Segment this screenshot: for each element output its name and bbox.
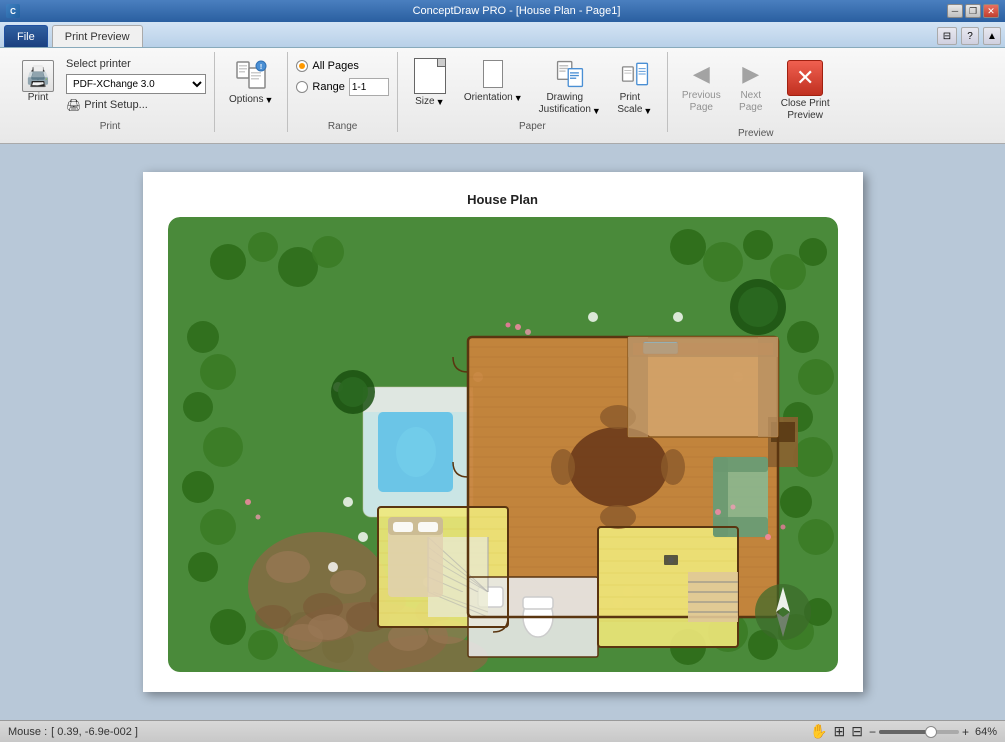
scale-dropdown-arrow: ▼ <box>643 106 652 116</box>
up-btn[interactable]: ▲ <box>983 27 1001 45</box>
status-bar: Mouse : [ 0.39, -6.9e-002 ] ✋ ⊞ ⊟ − + 64… <box>0 720 1005 742</box>
printer-select-group: Select printer PDF-XChange 3.0 🖨 Print S… <box>66 56 206 112</box>
hand-tool-icon[interactable]: ✋ <box>810 723 827 740</box>
restore-button[interactable]: ❐ <box>965 4 981 18</box>
justification-dropdown-arrow: ▼ <box>592 106 601 116</box>
scale-icon <box>619 58 651 90</box>
options-button[interactable]: ! Options ▼ <box>223 56 279 109</box>
svg-text:!: ! <box>260 64 262 71</box>
zoom-actual-icon[interactable]: ⊟ <box>851 723 863 740</box>
preview-group-content: ◀ PreviousPage ▶ NextPage ✕ Close PrintP… <box>676 52 836 126</box>
range-controls: All Pages Range <box>296 56 388 96</box>
ribbon-container: File Print Preview ⊟ ? ▲ 🖨️ Print <box>0 22 1005 144</box>
orientation-button-label: Orientation <box>464 92 513 103</box>
justification-icon <box>554 58 586 90</box>
print-group-label: Print <box>14 119 206 132</box>
zoom-slider-thumb <box>925 726 937 738</box>
paper-group-label: Paper <box>406 119 659 132</box>
close-print-preview-label: Close PrintPreview <box>781 98 830 122</box>
minimize-button[interactable]: ─ <box>947 4 963 18</box>
preview-group-label: Preview <box>676 126 836 139</box>
scale-button-label: PrintScale <box>617 92 642 116</box>
help-btn[interactable]: ? <box>961 27 979 45</box>
printer-select[interactable]: PDF-XChange 3.0 <box>66 74 206 94</box>
options-dropdown-arrow: ▼ <box>264 95 273 105</box>
tab-file[interactable]: File <box>4 25 48 47</box>
size-dropdown-arrow: ▼ <box>436 97 445 107</box>
tab-print-preview[interactable]: Print Preview <box>52 25 143 47</box>
status-left: Mouse : [ 0.39, -6.9e-002 ] <box>8 726 138 738</box>
ribbon-group-paper: Size ▼ Orientation ▼ <box>398 52 668 132</box>
all-pages-radio[interactable] <box>296 60 308 72</box>
print-setup-label: Print Setup... <box>84 99 148 111</box>
status-right: ✋ ⊞ ⊟ − + 64% <box>810 723 997 740</box>
range-radio[interactable] <box>296 81 308 93</box>
printer-dropdown: PDF-XChange 3.0 <box>66 74 206 94</box>
options-icon: ! <box>235 60 267 92</box>
next-page-button[interactable]: ▶ NextPage <box>731 56 771 118</box>
all-pages-label: All Pages <box>312 60 358 72</box>
ribbon-tabs: File Print Preview ⊟ ? ▲ <box>0 22 1005 48</box>
page-preview-wrapper: House Plan <box>0 144 1005 720</box>
title-bar: C ConceptDraw PRO - [House Plan - Page1]… <box>0 0 1005 22</box>
print-setup-link[interactable]: 🖨 Print Setup... <box>66 98 206 112</box>
zoom-bar: − + <box>869 725 969 739</box>
zoom-value: 64% <box>975 726 997 738</box>
options-group-content: ! Options ▼ <box>223 52 279 119</box>
print-group-content: 🖨️ Print Select printer PDF-XChange 3.0 … <box>14 52 206 119</box>
size-button[interactable]: Size ▼ <box>406 56 454 109</box>
zoom-slider[interactable] <box>879 730 959 734</box>
print-button[interactable]: 🖨️ Print <box>14 56 62 107</box>
ribbon-group-preview: ◀ PreviousPage ▶ NextPage ✕ Close PrintP… <box>668 52 844 139</box>
scale-button[interactable]: PrintScale ▼ <box>611 56 659 118</box>
orientation-icon <box>475 58 511 90</box>
next-page-label: NextPage <box>739 90 762 114</box>
range-input[interactable] <box>349 78 389 96</box>
close-print-icon: ✕ <box>787 60 823 96</box>
close-print-preview-button[interactable]: ✕ Close PrintPreview <box>775 56 836 126</box>
printer-icon: 🖨️ <box>22 60 54 92</box>
range-group-content: All Pages Range <box>296 52 388 119</box>
floorplan-container <box>168 217 838 672</box>
next-page-icon: ▶ <box>737 60 765 88</box>
zoom-fit-icon[interactable]: ⊞ <box>833 723 845 740</box>
orientation-button[interactable]: Orientation ▼ <box>458 56 529 105</box>
setup-icon: 🖨 <box>66 98 81 112</box>
select-printer-label: Select printer <box>66 58 206 70</box>
ribbon-group-print: 🖨️ Print Select printer PDF-XChange 3.0 … <box>6 52 215 132</box>
print-button-label: Print <box>28 92 49 103</box>
zoom-out-icon[interactable]: − <box>869 725 876 739</box>
window-controls: ─ ❐ ✕ <box>947 4 999 18</box>
range-label: Range <box>312 81 344 93</box>
view-options-btn[interactable]: ⊟ <box>937 27 957 45</box>
app-title: ConceptDraw PRO - [House Plan - Page1] <box>86 5 947 17</box>
zoom-in-icon[interactable]: + <box>962 725 969 739</box>
previous-page-button[interactable]: ◀ PreviousPage <box>676 56 727 118</box>
options-group-label <box>223 119 279 132</box>
page-sheet: House Plan <box>143 172 863 692</box>
options-button-label: Options <box>229 94 263 105</box>
range-row: Range <box>296 78 388 96</box>
range-group-label: Range <box>296 119 388 132</box>
ribbon-body: 🖨️ Print Select printer PDF-XChange 3.0 … <box>0 48 1005 143</box>
justification-button[interactable]: DrawingJustification ▼ <box>533 56 607 118</box>
mouse-label: Mouse : <box>8 726 47 738</box>
size-button-label: Size <box>415 96 434 107</box>
ribbon-group-range: All Pages Range Range <box>288 52 397 132</box>
previous-page-icon: ◀ <box>687 60 715 88</box>
paper-group-content: Size ▼ Orientation ▼ <box>406 52 659 119</box>
zoom-slider-fill <box>879 730 931 734</box>
floorplan-svg <box>168 217 838 672</box>
all-pages-row: All Pages <box>296 60 388 72</box>
main-content: House Plan <box>0 144 1005 720</box>
close-button[interactable]: ✕ <box>983 4 999 18</box>
previous-page-label: PreviousPage <box>682 90 721 114</box>
mouse-value: [ 0.39, -6.9e-002 ] <box>51 726 138 738</box>
page-title: House Plan <box>467 192 538 207</box>
orientation-dropdown-arrow: ▼ <box>514 93 523 103</box>
justification-button-label: DrawingJustification <box>539 92 591 116</box>
ribbon-group-options: ! Options ▼ <box>215 52 288 132</box>
size-icon <box>414 58 446 94</box>
